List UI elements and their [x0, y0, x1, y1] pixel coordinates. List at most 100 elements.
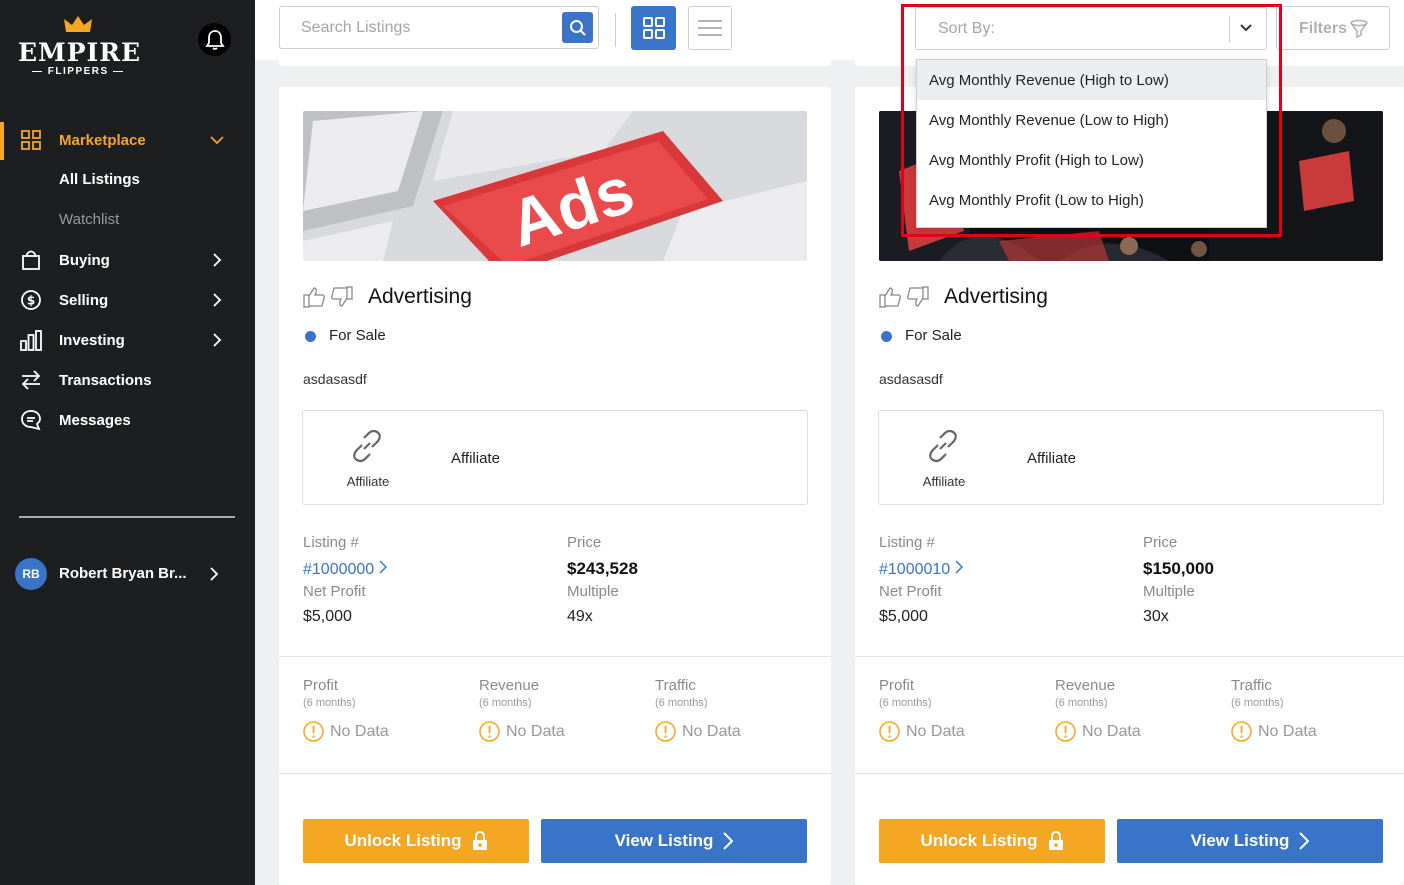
bar-chart-icon [20, 329, 42, 351]
filter-icon [1349, 19, 1369, 44]
list-view-button[interactable] [688, 6, 732, 50]
chevron-right-icon [209, 252, 225, 268]
avatar: RB [15, 558, 47, 590]
lock-icon [1048, 831, 1063, 850]
sort-divider [1229, 16, 1230, 42]
sidebar-item-label: Buying [59, 251, 110, 269]
price-label: Price [1143, 534, 1178, 551]
monetization-icon-label: Affiliate [346, 474, 390, 489]
metric-title: Profit [303, 677, 339, 694]
metric-value: No Data [682, 722, 741, 740]
thumbs-up-icon[interactable] [303, 286, 327, 308]
unlock-listing-button[interactable]: Unlock Listing [879, 819, 1105, 863]
thumbs-down-icon[interactable] [329, 286, 354, 308]
multiple-value: 49x [567, 608, 593, 625]
link-icon [353, 429, 381, 463]
unlock-listing-button[interactable]: Unlock Listing [303, 819, 529, 863]
logo-wordmark: EMPIRE [18, 38, 142, 67]
list-icon [698, 20, 722, 36]
warning-circle-icon [655, 721, 676, 742]
listing-card: Ads Advertising For Sale asdasasdf Affil… [279, 87, 831, 885]
sort-option-revenue-high-low[interactable]: Avg Monthly Revenue (High to Low) [917, 60, 1266, 100]
price-label: Price [567, 534, 602, 551]
view-listing-button[interactable]: View Listing [541, 819, 807, 863]
listing-category: Advertising [944, 285, 1048, 308]
warning-circle-icon [1231, 721, 1252, 742]
card-divider [279, 656, 831, 657]
sidebar-item-label: Investing [59, 331, 125, 349]
previous-card-bottom [279, 60, 831, 66]
metric-revenue: Revenue (6 months) No Data [1055, 677, 1215, 742]
metric-subtitle: (6 months) [655, 697, 708, 709]
sort-option-profit-low-high[interactable]: Avg Monthly Profit (Low to High) [917, 180, 1266, 220]
metric-subtitle: (6 months) [303, 697, 356, 709]
view-label: View Listing [614, 831, 714, 850]
sort-placeholder: Sort By: [938, 20, 995, 37]
link-icon [929, 429, 957, 463]
net-profit-label: Net Profit [879, 583, 942, 600]
sidebar-item-investing[interactable]: Investing [0, 320, 255, 360]
grid-view-button[interactable] [631, 6, 676, 50]
chevron-right-icon [955, 560, 963, 574]
sidebar-item-selling[interactable]: $ Selling [0, 280, 255, 320]
arrows-swap-icon [20, 369, 42, 391]
listing-number-link[interactable]: #1000010 [879, 560, 963, 579]
notifications-bell-icon[interactable] [198, 23, 231, 56]
vote-buttons [879, 286, 930, 313]
monetization-name: Affiliate [451, 450, 500, 467]
lock-icon [472, 831, 487, 850]
metric-value: No Data [1082, 722, 1141, 740]
sidebar-subitem-watchlist[interactable]: Watchlist [59, 211, 119, 228]
status-dot [305, 331, 316, 342]
metric-traffic: Traffic (6 months) No Data [655, 677, 815, 742]
listing-image: Ads [303, 111, 807, 261]
chevron-down-icon [209, 132, 225, 148]
chevron-right-icon [723, 832, 734, 850]
sidebar-item-marketplace[interactable]: Marketplace [0, 120, 255, 160]
sort-option-profit-high-low[interactable]: Avg Monthly Profit (High to Low) [917, 140, 1266, 180]
empire-flippers-logo[interactable]: EMPIRE — FLIPPERS — [18, 14, 142, 80]
metric-value: No Data [1258, 722, 1317, 740]
sidebar-item-transactions[interactable]: Transactions [0, 360, 255, 400]
sidebar-item-label: Messages [59, 411, 131, 429]
chat-icon [20, 409, 42, 431]
thumbs-down-icon[interactable] [905, 286, 930, 308]
view-listing-button[interactable]: View Listing [1117, 819, 1383, 863]
grid-icon [642, 17, 665, 39]
card-divider [279, 773, 831, 774]
metric-value: No Data [330, 722, 389, 740]
metric-profit: Profit (6 months) No Data [303, 677, 463, 742]
search-input[interactable] [280, 7, 560, 48]
user-menu[interactable]: RB Robert Bryan Br... [0, 556, 255, 594]
search-box [279, 6, 599, 49]
monetization-box: Affiliate Affiliate [302, 410, 808, 505]
toolbar-divider [615, 13, 616, 47]
bag-icon [20, 249, 42, 271]
listing-description: asdasasdf [303, 371, 367, 387]
metric-title: Revenue [1055, 677, 1116, 694]
listing-description: asdasasdf [879, 371, 943, 387]
grid-icon [20, 129, 42, 151]
listing-number: #1000000 [303, 561, 375, 578]
warning-circle-icon [879, 721, 900, 742]
metric-revenue: Revenue (6 months) No Data [479, 677, 639, 742]
card-divider [855, 656, 1404, 657]
search-button[interactable] [562, 12, 593, 43]
chevron-right-icon [209, 332, 225, 348]
sidebar-item-buying[interactable]: Buying [0, 240, 255, 280]
price-value: $150,000 [1143, 559, 1214, 578]
listing-number-link[interactable]: #1000000 [303, 560, 387, 579]
sidebar-subitem-all-listings[interactable]: All Listings [59, 171, 140, 188]
sidebar-item-messages[interactable]: Messages [0, 400, 255, 440]
sort-option-revenue-low-high[interactable]: Avg Monthly Revenue (Low to High) [917, 100, 1266, 140]
metric-title: Traffic [655, 677, 696, 694]
metric-profit: Profit (6 months) No Data [879, 677, 1039, 742]
status-dot [881, 331, 892, 342]
sort-select[interactable]: Sort By: [915, 7, 1267, 50]
sidebar-item-label: Selling [59, 291, 109, 309]
filters-button[interactable]: Filters [1276, 6, 1390, 50]
thumbs-up-icon[interactable] [879, 286, 903, 308]
sidebar-item-label: Marketplace [59, 131, 146, 149]
metric-title: Profit [879, 677, 915, 694]
listing-status: For Sale [905, 327, 962, 344]
